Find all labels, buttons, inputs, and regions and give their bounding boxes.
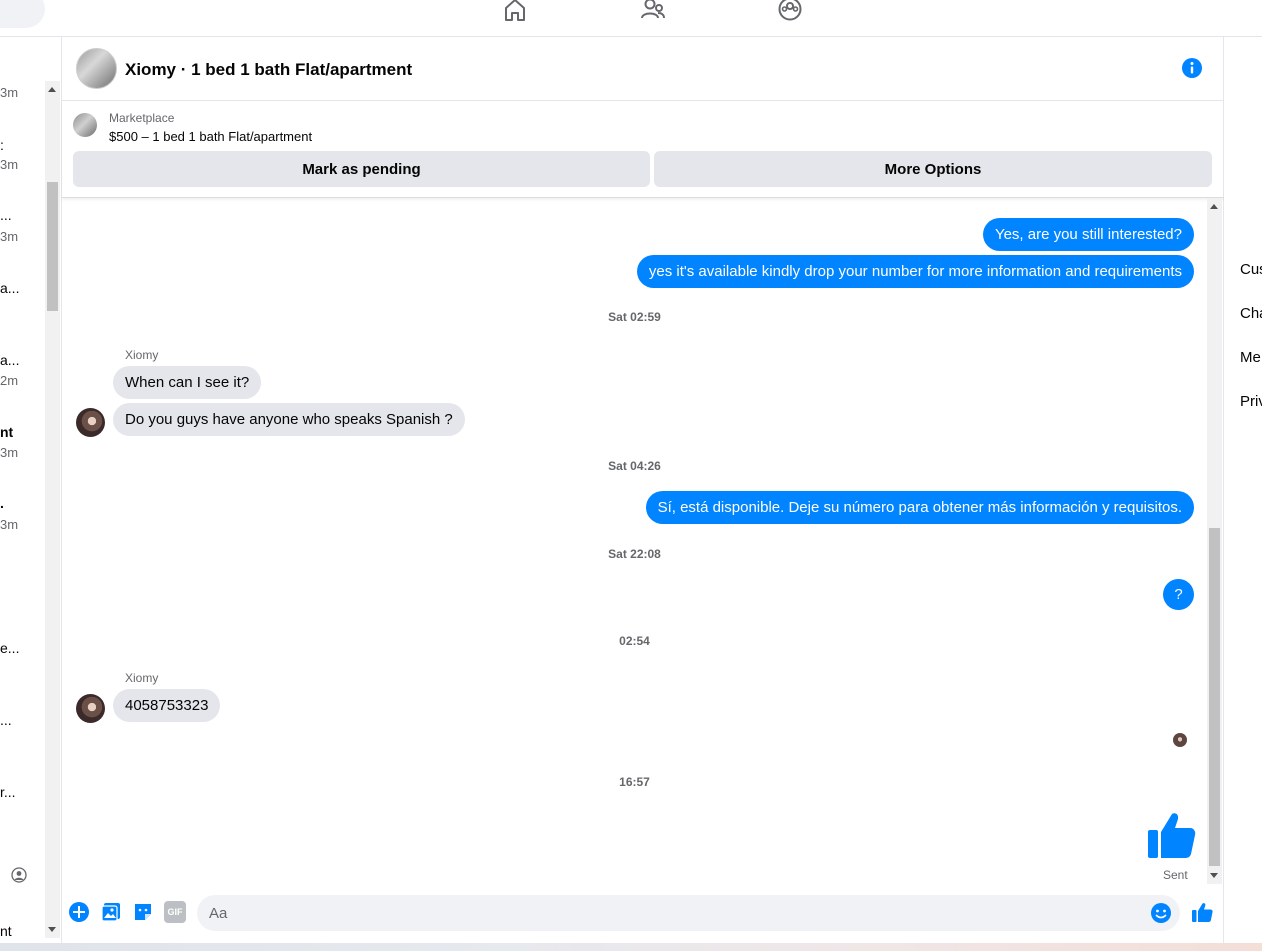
scroll-up-arrow-icon[interactable] xyxy=(1210,204,1218,209)
incoming-message[interactable]: When can I see it? xyxy=(113,366,262,399)
scroll-down-arrow-icon[interactable] xyxy=(48,927,56,932)
outgoing-message[interactable]: Yes, are you still interested? xyxy=(982,218,1194,251)
list-item[interactable]: a... xyxy=(0,352,19,368)
list-item[interactable]: . xyxy=(0,495,4,511)
listing-avatar[interactable] xyxy=(76,48,117,89)
list-item-time: 3m xyxy=(0,445,19,460)
chat-title[interactable]: Xiomy · 1 bed 1 bath Flat/apartment xyxy=(125,60,412,80)
taskbar-edge xyxy=(0,943,1262,951)
list-item-time: 3m xyxy=(0,157,19,172)
thumbs-up-icon[interactable] xyxy=(1146,810,1196,860)
incoming-message[interactable]: Do you guys have anyone who speaks Spani… xyxy=(113,403,465,436)
list-item[interactable]: r... xyxy=(0,784,16,800)
sender-avatar[interactable] xyxy=(76,408,105,437)
timestamp: Sat 22:08 xyxy=(608,547,661,561)
sender-name: Xiomy xyxy=(125,348,159,362)
timestamp: Sat 04:26 xyxy=(608,459,661,473)
user-icon[interactable] xyxy=(11,867,27,883)
right-panel-item[interactable]: Cha xyxy=(1240,305,1262,322)
list-item[interactable]: : xyxy=(0,137,4,153)
groups-icon[interactable] xyxy=(777,0,803,22)
list-item[interactable]: e... xyxy=(0,640,19,656)
message-composer: GIF xyxy=(62,884,1224,943)
sticker-icon[interactable] xyxy=(132,901,154,923)
scrollbar-thumb[interactable] xyxy=(1209,528,1220,866)
friends-icon[interactable] xyxy=(640,0,666,22)
right-panel-item[interactable]: Cus xyxy=(1240,261,1262,278)
timestamp: 02:54 xyxy=(619,634,650,648)
chat-panel: Xiomy · 1 bed 1 bath Flat/apartment Mark… xyxy=(62,37,1224,943)
right-info-panel: Cus Cha Me Priv xyxy=(1224,37,1262,943)
mark-as-pending-button[interactable]: Mark as pending xyxy=(73,151,650,187)
top-navigation-bar xyxy=(0,0,1262,37)
sender-name: Xiomy xyxy=(125,671,159,685)
list-item[interactable]: ... xyxy=(0,712,12,728)
list-item[interactable]: a... xyxy=(0,280,19,296)
marketplace-banner: Marketplace $500 – 1 bed 1 bath Flat/apa… xyxy=(62,101,1224,198)
gif-icon[interactable]: GIF xyxy=(164,901,186,923)
scroll-up-arrow-icon[interactable] xyxy=(48,87,56,92)
chat-header: Xiomy · 1 bed 1 bath Flat/apartment xyxy=(62,37,1224,101)
conversation-list-scrollbar[interactable] xyxy=(45,81,60,938)
scroll-down-arrow-icon[interactable] xyxy=(1210,873,1218,878)
incoming-message[interactable]: 4058753323 xyxy=(113,689,221,722)
more-options-button[interactable]: More Options xyxy=(654,151,1212,187)
timestamp: Sat 02:59 xyxy=(608,310,661,324)
message-input[interactable] xyxy=(197,895,1127,931)
message-input-box[interactable] xyxy=(197,895,1180,931)
list-item[interactable]: 3m xyxy=(0,85,18,100)
timestamp: 16:57 xyxy=(619,775,650,789)
info-icon[interactable] xyxy=(1181,57,1203,79)
outgoing-message[interactable]: ? xyxy=(1163,579,1194,610)
sender-avatar[interactable] xyxy=(76,694,105,723)
outgoing-message[interactable]: yes it's available kindly drop your numb… xyxy=(636,255,1194,288)
marketplace-label: Marketplace xyxy=(109,111,175,125)
listing-thumbnail[interactable] xyxy=(73,113,97,137)
scrollbar-thumb[interactable] xyxy=(47,182,58,311)
listing-title[interactable]: $500 – 1 bed 1 bath Flat/apartment xyxy=(109,129,312,144)
sent-status: Sent xyxy=(1163,868,1188,882)
right-panel-item[interactable]: Priv xyxy=(1240,393,1262,410)
list-item-time: 3m xyxy=(0,517,19,532)
list-item[interactable]: ... xyxy=(0,207,12,223)
emoji-icon[interactable] xyxy=(1150,902,1172,924)
outgoing-message[interactable]: Sí, está disponible. Deje su número para… xyxy=(645,491,1194,524)
plus-icon[interactable] xyxy=(68,901,90,923)
list-item-time: 3m xyxy=(0,229,19,244)
list-item-time: 2m xyxy=(0,373,19,388)
conversation-list: 3m : 3m ... 3m a... a... 2m nt 3m . 3m e… xyxy=(0,37,62,943)
right-panel-item[interactable]: Me xyxy=(1240,349,1261,366)
message-thread-scrollbar[interactable] xyxy=(1207,198,1222,884)
search-field[interactable] xyxy=(0,0,45,28)
list-item[interactable]: nt xyxy=(0,424,13,440)
list-item[interactable]: nt xyxy=(0,923,12,939)
photo-icon[interactable] xyxy=(100,901,122,923)
home-icon[interactable] xyxy=(502,0,528,22)
thumbs-up-send-icon[interactable] xyxy=(1191,901,1213,923)
seen-avatar xyxy=(1173,733,1187,747)
message-thread: Yes, are you still interested? yes it's … xyxy=(62,198,1207,884)
